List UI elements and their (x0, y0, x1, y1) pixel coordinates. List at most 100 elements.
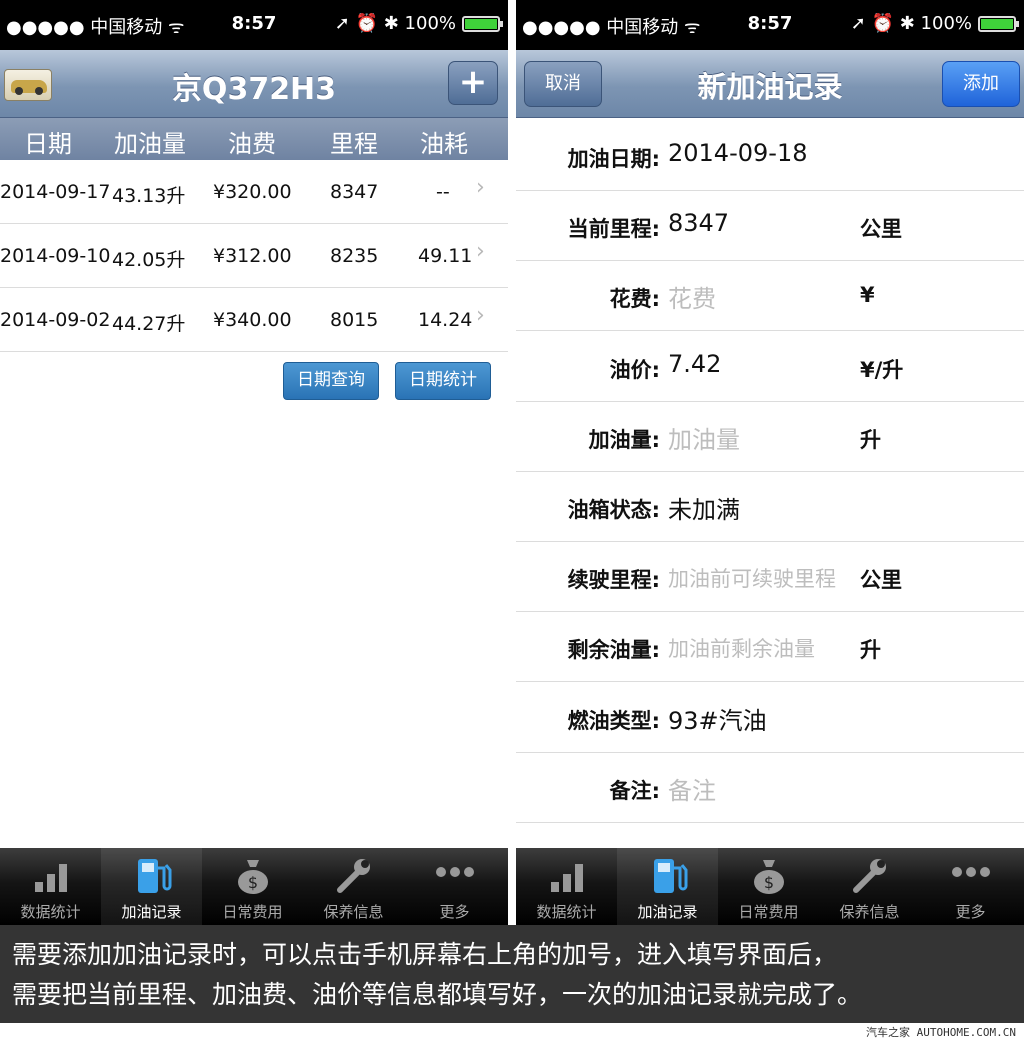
tab-label: 更多 (955, 903, 986, 921)
tab-data-stats[interactable]: 数据统计 (0, 848, 101, 925)
tab-fuel-records[interactable]: 加油记录 (617, 848, 718, 925)
record-fee: ¥312.00 (213, 245, 292, 267)
record-amount: 44.27升 (112, 313, 186, 335)
table-row[interactable]: 2014-09-17 43.13升 ¥320.00 8347 -- › (0, 160, 508, 224)
tab-label: 加油记录 (121, 903, 182, 921)
more-dots-icon (435, 867, 474, 877)
field-label: 备注: (609, 778, 660, 803)
tab-data-stats[interactable]: 数据统计 (516, 848, 617, 925)
status-bar: ●●●●● 中国移动 ᯤ 8:57 ➚ ⏰ ✱ 100% (516, 0, 1024, 50)
column-date: 日期 (24, 130, 72, 158)
tab-more[interactable]: 更多 (920, 848, 1021, 925)
field-input-placeholder[interactable]: 加油前剩余油量 (668, 633, 815, 663)
date-stats-button[interactable]: 日期统计 (395, 362, 491, 400)
form-row[interactable]: 加油日期: 2014-09-18 (516, 121, 1024, 191)
form-row[interactable]: 备注: 备注 (516, 753, 1024, 823)
column-consumption: 油耗 (420, 130, 468, 158)
navigation-bar: 取消 新加油记录 添加 (516, 50, 1024, 118)
form-row[interactable]: 油箱状态: 未加满 (516, 472, 1024, 542)
field-label: 续驶里程: (567, 568, 660, 593)
tab-label: 保养信息 (839, 903, 900, 921)
field-input-value[interactable]: 93#汽油 (668, 701, 767, 736)
table-row[interactable]: 2014-09-02 44.27升 ¥340.00 8015 14.24 › (0, 288, 508, 352)
tab-more[interactable]: 更多 (404, 848, 505, 925)
fuel-pump-icon (137, 859, 171, 893)
chevron-right-icon: › (476, 239, 485, 264)
field-unit: 公里 (860, 217, 902, 242)
tab-maintenance-info[interactable]: 保养信息 (303, 848, 404, 925)
money-bag-icon: $ (753, 860, 784, 894)
new-fuel-record-screen: ●●●●● 中国移动 ᯤ 8:57 ➚ ⏰ ✱ 100% 取消 新加油记录 添加… (516, 0, 1024, 925)
fuel-pump-icon (653, 859, 687, 893)
tab-fuel-records[interactable]: 加油记录 (101, 848, 202, 925)
wrench-icon (336, 859, 370, 893)
form-row[interactable]: 剩余油量: 加油前剩余油量 升 (516, 612, 1024, 683)
chevron-right-icon: › (476, 175, 485, 200)
bar-chart-icon (550, 864, 583, 892)
record-date: 2014-09-17 (0, 181, 111, 203)
add-button[interactable]: 添加 (942, 61, 1020, 107)
battery-icon (978, 15, 1019, 32)
field-unit: ¥ (860, 283, 875, 308)
field-input-value[interactable]: 未加满 (668, 490, 740, 525)
field-input-value[interactable]: 2014-09-18 (668, 139, 807, 167)
column-mileage: 里程 (330, 130, 378, 158)
records-column-header: 日期 加油量 油费 里程 油耗 (0, 118, 508, 160)
navigation-bar: 京Q372H3 + (0, 50, 508, 118)
table-row[interactable]: 2014-09-10 42.05升 ¥312.00 8235 49.11 › (0, 224, 508, 288)
tab-bar: 数据统计 加油记录 $ 日常费用 保养信息 更多 (0, 848, 508, 925)
tab-daily-expenses[interactable]: $ 日常费用 (718, 848, 819, 925)
field-input-placeholder[interactable]: 加油量 (668, 420, 740, 455)
status-icons: ➚ ⏰ ✱ 100% (850, 13, 972, 34)
status-indicators: ➚ ⏰ ✱ 100% (850, 13, 1019, 34)
field-input-placeholder[interactable]: 加油前可续驶里程 (668, 563, 836, 593)
form-row[interactable]: 花费: 花费 ¥ (516, 261, 1024, 332)
bar-chart-icon (34, 864, 67, 892)
tab-daily-expenses[interactable]: $ 日常费用 (202, 848, 303, 925)
form-row[interactable]: 当前里程: 8347 公里 (516, 191, 1024, 262)
caption-line: 需要添加加油记录时，可以点击手机屏幕右上角的加号，进入填写界面后， (12, 940, 838, 969)
money-bag-icon: $ (237, 860, 268, 894)
form-row[interactable]: 燃油类型: 93#汽油 (516, 683, 1024, 753)
field-unit: 公里 (860, 568, 902, 593)
column-amount: 加油量 (114, 130, 186, 158)
field-label: 油价: (609, 357, 660, 382)
field-input-placeholder[interactable]: 花费 (668, 279, 716, 314)
form-row[interactable]: 油价: 7.42 ¥/升 (516, 332, 1024, 402)
tab-bar: 数据统计 加油记录 $ 日常费用 保养信息 更多 (516, 848, 1024, 925)
wrench-icon (852, 859, 886, 893)
tab-label: 加油记录 (637, 903, 698, 921)
watermark: 汽车之家 AUTOHOME.COM.CN (866, 1026, 1016, 1039)
record-fee: ¥340.00 (213, 309, 292, 331)
field-input-value[interactable]: 7.42 (668, 350, 721, 378)
tab-label: 日常费用 (738, 903, 799, 921)
field-unit: 升 (860, 427, 881, 452)
caption-line: 需要把当前里程、加油费、油价等信息都填写好，一次的加油记录就完成了。 (12, 980, 863, 1009)
field-input-placeholder[interactable]: 备注 (668, 771, 716, 806)
record-consumption: 14.24 (418, 309, 473, 331)
form-row[interactable]: 加油量: 加油量 升 (516, 402, 1024, 472)
tab-label: 更多 (439, 903, 470, 921)
status-bar: ●●●●● 中国移动 ᯤ 8:57 ➚ ⏰ ✱ 100% (0, 0, 508, 50)
field-unit: ¥/升 (860, 357, 904, 382)
plus-icon: + (458, 62, 488, 102)
record-mileage: 8235 (330, 245, 379, 267)
tab-label: 日常费用 (222, 903, 283, 921)
tab-label: 保养信息 (323, 903, 384, 921)
date-query-button[interactable]: 日期查询 (283, 362, 379, 400)
field-label: 加油量: (588, 427, 660, 452)
field-label: 加油日期: (567, 147, 660, 171)
record-date: 2014-09-02 (0, 309, 111, 331)
field-input-value[interactable]: 8347 (668, 209, 729, 237)
status-icons: ➚ ⏰ ✱ 100% (334, 13, 456, 34)
add-record-button[interactable]: + (448, 61, 498, 105)
page-title: 京Q372H3 (171, 72, 337, 107)
fuel-records-screen: ●●●●● 中国移动 ᯤ 8:57 ➚ ⏰ ✱ 100% 京Q372H3 + 日… (0, 0, 508, 925)
more-dots-icon (951, 867, 990, 877)
field-label: 油箱状态: (567, 498, 660, 522)
tab-label: 数据统计 (536, 903, 597, 921)
field-label: 当前里程: (567, 217, 660, 242)
form-row[interactable]: 续驶里程: 加油前可续驶里程 公里 (516, 542, 1024, 613)
tab-maintenance-info[interactable]: 保养信息 (819, 848, 920, 925)
caption-banner: 需要添加加油记录时，可以点击手机屏幕右上角的加号，进入填写界面后， 需要把当前里… (0, 925, 1024, 1023)
